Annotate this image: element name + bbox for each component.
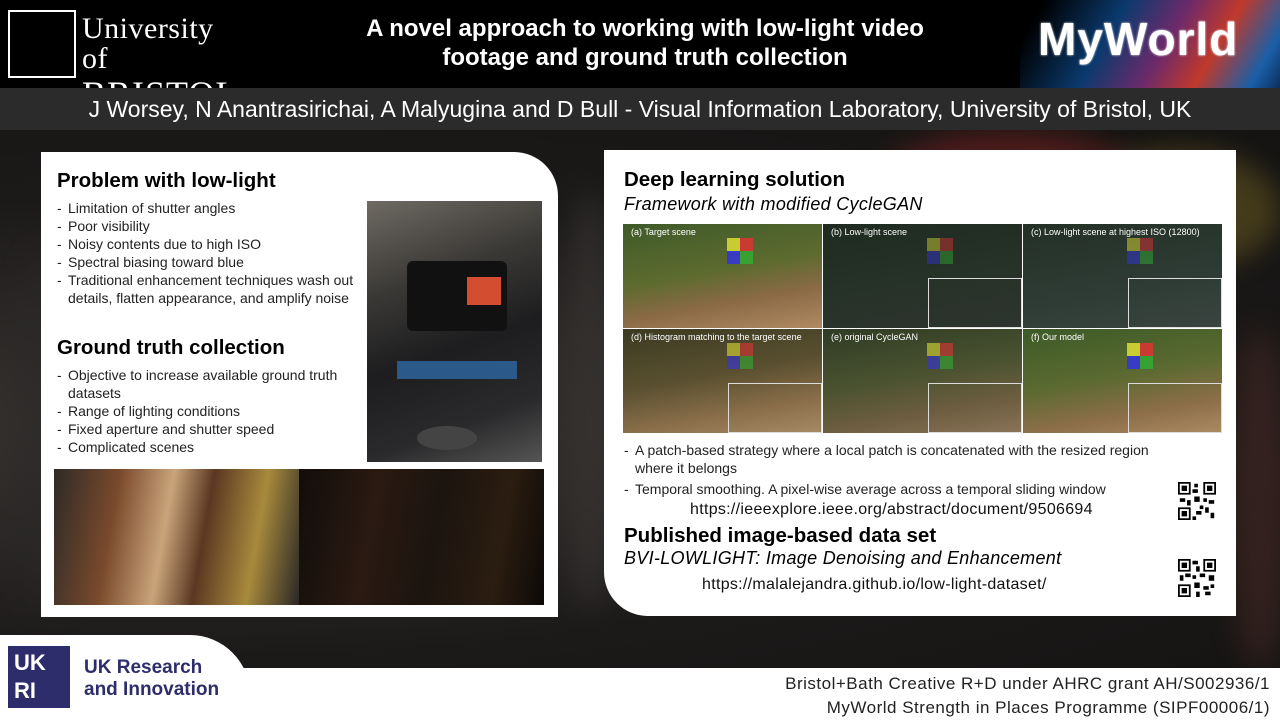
grant-line1: Bristol+Bath Creative R+D under AHRC gra… bbox=[785, 674, 1270, 693]
authors-bar: J Worsey, N Anantrasirichai, A Malyugina… bbox=[0, 88, 1280, 130]
ieee-paper-link[interactable]: https://ieeexplore.ieee.org/abstract/doc… bbox=[690, 501, 1093, 519]
ukri-logo-text: UK Research and Innovation bbox=[84, 657, 219, 701]
bristol-crest-icon bbox=[8, 10, 76, 78]
deep-learning-subheading: Framework with modified CycleGAN bbox=[624, 194, 923, 214]
title-line1: A novel approach to working with low-lig… bbox=[366, 15, 924, 42]
deep-learning-heading: Deep learning solution bbox=[624, 168, 845, 191]
figure-panel-d: (d) Histogram matching to the target sce… bbox=[623, 329, 822, 433]
logo-text-line2: BRISTOL bbox=[82, 76, 238, 88]
figure-label-b: (b) Low-light scene bbox=[831, 227, 908, 237]
poster-title: A novel approach to working with low-lig… bbox=[300, 14, 990, 72]
figure-panel-e: (e) original CycleGAN bbox=[823, 329, 1022, 433]
ukri-logo-icon: UK RI bbox=[8, 646, 70, 708]
university-of-bristol-logo: University of BRISTOL bbox=[8, 10, 237, 88]
teddy-bear-comparison-photo bbox=[54, 469, 544, 605]
list-item: Temporal smoothing. A pixel-wise average… bbox=[624, 480, 1174, 498]
grant-line2: MyWorld Strength in Places Programme (SI… bbox=[826, 698, 1270, 717]
list-item: A patch-based strategy where a local pat… bbox=[624, 441, 1174, 477]
dataset-subheading: BVI-LOWLIGHT: Image Denoising and Enhanc… bbox=[624, 548, 1062, 568]
list-item: Range of lighting conditions bbox=[57, 402, 352, 420]
list-item: Traditional enhancement techniques wash … bbox=[57, 271, 362, 307]
results-figure: (a) Target scene (b) Low-light scene (c)… bbox=[623, 224, 1223, 433]
problem-heading: Problem with low-light bbox=[57, 169, 276, 192]
list-item: Limitation of shutter angles bbox=[57, 199, 362, 217]
list-item: Poor visibility bbox=[57, 217, 362, 235]
well-lit-scene-image bbox=[54, 469, 299, 605]
list-item: Objective to increase available ground t… bbox=[57, 366, 352, 402]
problem-list: Limitation of shutter angles Poor visibi… bbox=[57, 199, 362, 307]
funding-acknowledgement: Bristol+Bath Creative R+D under AHRC gra… bbox=[785, 672, 1270, 720]
figure-label-a: (a) Target scene bbox=[631, 227, 696, 237]
list-item: Fixed aperture and shutter speed bbox=[57, 420, 352, 438]
dataset-qr-code-icon[interactable] bbox=[1178, 559, 1216, 597]
ground-truth-heading: Ground truth collection bbox=[57, 336, 285, 359]
figure-panel-a: (a) Target scene bbox=[623, 224, 822, 328]
list-item: Noisy contents due to high ISO bbox=[57, 235, 362, 253]
list-item: Complicated scenes bbox=[57, 438, 352, 456]
figure-label-d: (d) Histogram matching to the target sce… bbox=[631, 332, 802, 342]
dataset-heading: Published image-based data set bbox=[624, 524, 937, 547]
list-item: Spectral biasing toward blue bbox=[57, 253, 362, 271]
figure-label-c: (c) Low-light scene at highest ISO (1280… bbox=[1031, 227, 1200, 237]
camera-rig-photo bbox=[367, 201, 542, 462]
right-panel: Deep learning solution Framework with mo… bbox=[604, 150, 1236, 616]
ukri-line1: UK Research bbox=[84, 657, 203, 678]
ground-truth-list: Objective to increase available ground t… bbox=[57, 366, 352, 456]
dataset-link[interactable]: https://malalejandra.github.io/low-light… bbox=[702, 576, 1047, 594]
figure-panel-f: (f) Our model bbox=[1023, 329, 1222, 433]
figure-panel-b: (b) Low-light scene bbox=[823, 224, 1022, 328]
low-light-scene-image bbox=[299, 469, 544, 605]
logo-text-line1: University of bbox=[82, 12, 214, 75]
figure-panel-c: (c) Low-light scene at highest ISO (1280… bbox=[1023, 224, 1222, 328]
ieee-qr-code-icon[interactable] bbox=[1178, 482, 1216, 520]
left-panel: Problem with low-light Limitation of shu… bbox=[41, 152, 558, 617]
ukri-line2: and Innovation bbox=[84, 679, 220, 700]
myworld-logo: MyWorld bbox=[1020, 0, 1280, 88]
figure-label-e: (e) original CycleGAN bbox=[831, 332, 919, 342]
header-bar: University of BRISTOL A novel approach t… bbox=[0, 0, 1280, 88]
deep-learning-list: A patch-based strategy where a local pat… bbox=[624, 441, 1174, 498]
title-line2: footage and ground truth collection bbox=[442, 44, 848, 71]
myworld-logo-text: MyWorld bbox=[1038, 13, 1239, 65]
figure-label-f: (f) Our model bbox=[1031, 332, 1085, 342]
